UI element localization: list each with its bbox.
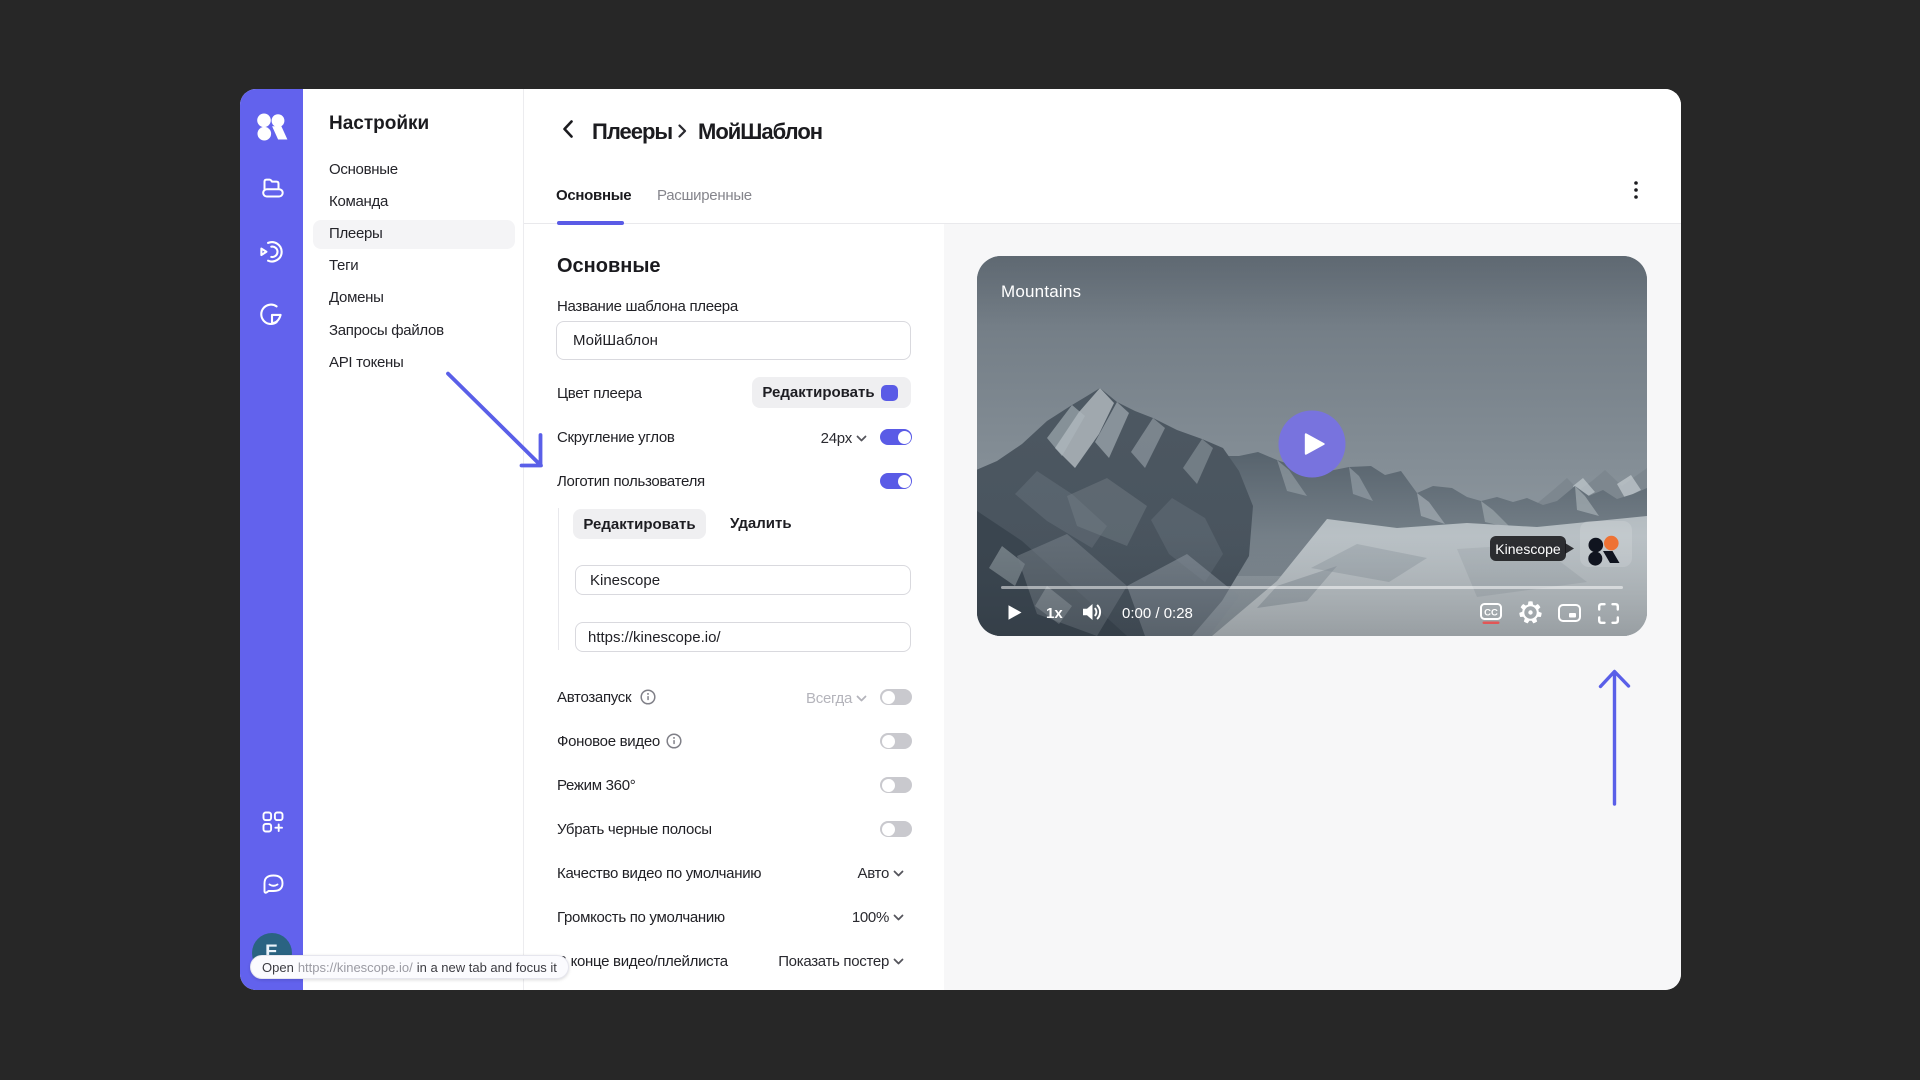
svg-text:CC: CC [1484,607,1498,618]
